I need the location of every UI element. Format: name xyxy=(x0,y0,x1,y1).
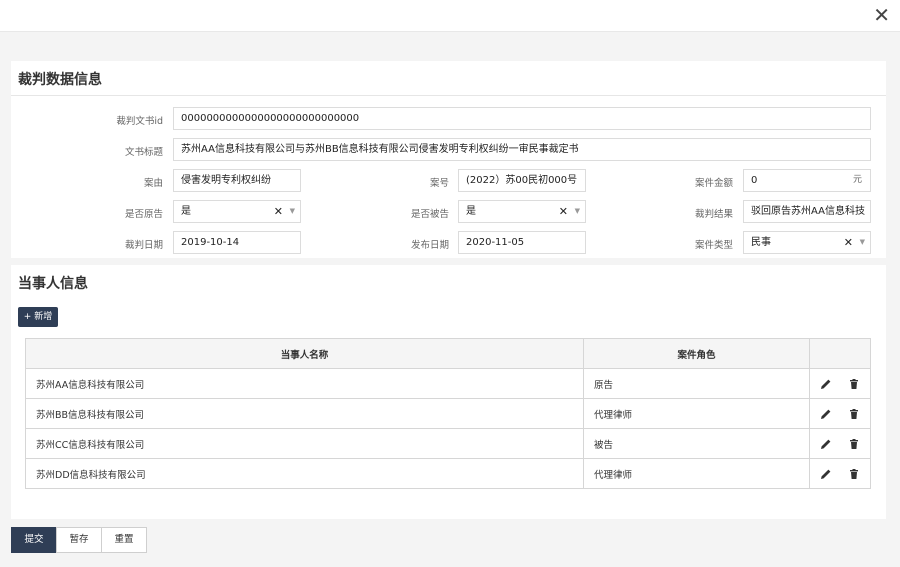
dialog-header: ✕ xyxy=(0,0,900,32)
date-label: 裁判日期 xyxy=(124,240,163,251)
party-name-cell: 苏州BB信息科技有限公司 xyxy=(25,398,584,429)
date-value: 2019-10-14 xyxy=(181,237,240,248)
trash-icon[interactable] xyxy=(848,438,860,450)
pencil-icon[interactable] xyxy=(820,438,832,450)
table-header-row: 当事人名称 案件角色 xyxy=(25,338,871,369)
case-type-select[interactable]: 民事 ✕ ▼ xyxy=(743,231,871,254)
doc-title-value: 苏州AA信息科技有限公司与苏州BB信息科技有限公司侵害发明专利权纠纷一审民事裁定… xyxy=(181,144,579,155)
section-divider xyxy=(11,95,886,96)
clear-icon[interactable]: ✕ xyxy=(559,201,568,222)
doc-title-label: 文书标题 xyxy=(124,147,163,158)
table-row: 苏州CC信息科技有限公司 被告 xyxy=(25,428,871,459)
row-actions xyxy=(809,398,871,429)
row-actions xyxy=(809,458,871,489)
row-actions xyxy=(809,368,871,399)
parties-table: 当事人名称 案件角色 苏州AA信息科技有限公司 原告 苏州BB信息科技有限公司 … xyxy=(25,338,871,489)
is-defendant-value: 是 xyxy=(466,206,476,217)
clear-icon[interactable]: ✕ xyxy=(274,201,283,222)
trash-icon[interactable] xyxy=(848,408,860,420)
doc-id-label: 裁判文书id xyxy=(116,116,163,127)
cause-field[interactable]: 侵害发明专利权纠纷 xyxy=(173,169,301,192)
add-party-button[interactable]: + 新增 xyxy=(18,307,58,327)
amount-value: 0 xyxy=(751,175,758,186)
case-no-label: 案号 xyxy=(429,178,449,189)
party-name-cell: 苏州DD信息科技有限公司 xyxy=(25,458,584,489)
date-field[interactable]: 2019-10-14 xyxy=(173,231,301,254)
column-header-name: 当事人名称 xyxy=(25,338,584,369)
party-role-cell: 被告 xyxy=(583,428,810,459)
is-plaintiff-label: 是否原告 xyxy=(124,209,163,220)
trash-icon[interactable] xyxy=(848,468,860,480)
reset-button[interactable]: 重置 xyxy=(101,527,147,553)
is-defendant-label: 是否被告 xyxy=(410,209,449,220)
column-header-actions xyxy=(809,338,871,369)
publish-date-field[interactable]: 2020-11-05 xyxy=(458,231,586,254)
case-no-field[interactable]: (2022）苏00民初000号 xyxy=(458,169,586,192)
chevron-down-icon[interactable]: ▼ xyxy=(290,201,295,222)
doc-id-field[interactable]: 0000000000000000000000000000 xyxy=(173,107,871,130)
table-row: 苏州BB信息科技有限公司 代理律师 xyxy=(25,398,871,429)
judgment-section-title: 裁判数据信息 xyxy=(18,72,102,88)
parties-section-title: 当事人信息 xyxy=(18,276,88,292)
cause-value: 侵害发明专利权纠纷 xyxy=(181,175,271,186)
is-plaintiff-select[interactable]: 是 ✕ ▼ xyxy=(173,200,301,223)
result-field[interactable]: 驳回原告苏州AA信息科技 xyxy=(743,200,871,223)
party-name-cell: 苏州AA信息科技有限公司 xyxy=(25,368,584,399)
amount-label: 案件金额 xyxy=(694,178,733,189)
column-header-role: 案件角色 xyxy=(583,338,810,369)
pencil-icon[interactable] xyxy=(820,468,832,480)
row-actions xyxy=(809,428,871,459)
parties-panel: 当事人信息 + 新增 当事人名称 案件角色 苏州AA信息科技有限公司 原告 苏州… xyxy=(11,265,886,519)
chevron-down-icon[interactable]: ▼ xyxy=(575,201,580,222)
pencil-icon[interactable] xyxy=(820,408,832,420)
table-row: 苏州DD信息科技有限公司 代理律师 xyxy=(25,458,871,489)
publish-date-value: 2020-11-05 xyxy=(466,237,525,248)
cause-label: 案由 xyxy=(143,178,163,189)
party-role-cell: 代理律师 xyxy=(583,398,810,429)
amount-unit: 元 xyxy=(852,175,862,185)
case-type-value: 民事 xyxy=(751,237,771,248)
case-type-label: 案件类型 xyxy=(694,240,733,251)
submit-button[interactable]: 提交 xyxy=(11,527,57,553)
clear-icon[interactable]: ✕ xyxy=(844,232,853,253)
party-role-cell: 原告 xyxy=(583,368,810,399)
footer-actions: 提交 暂存 重置 xyxy=(11,527,147,553)
judgment-info-panel: 裁判数据信息 裁判文书id 00000000000000000000000000… xyxy=(11,61,886,258)
publish-date-label: 发布日期 xyxy=(410,240,449,251)
pencil-icon[interactable] xyxy=(820,378,832,390)
doc-title-field[interactable]: 苏州AA信息科技有限公司与苏州BB信息科技有限公司侵害发明专利权纠纷一审民事裁定… xyxy=(173,138,871,161)
party-role-cell: 代理律师 xyxy=(583,458,810,489)
party-name-cell: 苏州CC信息科技有限公司 xyxy=(25,428,584,459)
amount-field[interactable]: 0 元 xyxy=(743,169,871,192)
close-icon[interactable]: ✕ xyxy=(873,5,890,25)
table-row: 苏州AA信息科技有限公司 原告 xyxy=(25,368,871,399)
result-label: 裁判结果 xyxy=(694,209,733,220)
result-value: 驳回原告苏州AA信息科技 xyxy=(751,206,865,217)
chevron-down-icon[interactable]: ▼ xyxy=(860,232,865,253)
trash-icon[interactable] xyxy=(848,378,860,390)
is-plaintiff-value: 是 xyxy=(181,206,191,217)
case-no-value: (2022）苏00民初000号 xyxy=(466,175,578,186)
doc-id-value: 0000000000000000000000000000 xyxy=(181,113,360,124)
is-defendant-select[interactable]: 是 ✕ ▼ xyxy=(458,200,586,223)
save-draft-button[interactable]: 暂存 xyxy=(56,527,102,553)
